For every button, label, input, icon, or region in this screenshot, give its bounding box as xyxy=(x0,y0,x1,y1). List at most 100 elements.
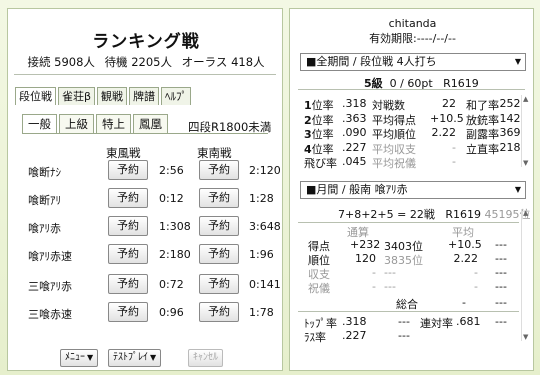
main-tabs: 段位戦 雀荘β 観戦 牌譜 ﾍﾙﾌﾟ xyxy=(15,87,193,105)
page-title: ランキング戦 xyxy=(92,32,200,52)
south-count: 1:28 xyxy=(249,192,274,205)
waiting-count: 待機 2205人 xyxy=(104,55,172,69)
rentai-rate-value: .681 xyxy=(456,315,481,328)
scroll-up-icon[interactable]: ▲ xyxy=(523,95,528,103)
month-avg: - xyxy=(474,280,478,293)
stat-value-3: .252 xyxy=(496,97,521,110)
stat-value-2: 2.22 xyxy=(431,126,457,139)
scroll-down-icon[interactable]: ▼ xyxy=(523,159,528,167)
tab-expert[interactable]: 特上 xyxy=(96,114,131,133)
rule-row: 喰ｱﾘ赤速 予約 2:180 予約 1:96 xyxy=(28,243,278,267)
chevron-down-icon: ▼ xyxy=(150,353,157,362)
stat-value-2: 22 xyxy=(442,97,456,110)
stat-key: 飛び率 xyxy=(304,155,337,171)
app-frame: ランキング戦 接続 5908人 待機 2205人 オーラス 418人 段位戦 雀… xyxy=(0,0,540,375)
rule-row: 喰断ｱﾘ 予約 0:12 予約 1:28 xyxy=(28,187,278,211)
room-tabs: 一般 上級 特上 鳳凰 xyxy=(22,114,170,133)
divider xyxy=(298,89,525,90)
overall-value: - xyxy=(462,296,466,309)
stat-value: .363 xyxy=(342,111,367,125)
stat-value: .227 xyxy=(342,140,367,154)
scroll-down-icon[interactable]: ▼ xyxy=(523,333,528,341)
month-avg: - xyxy=(474,266,478,279)
profile-panel: chitanda 有効期限:----/--/-- ■全期間 / 段位戦 4人打ち… xyxy=(289,8,534,371)
stat-key-text: 1位率 xyxy=(304,99,334,112)
stat-value-3: .142 xyxy=(496,111,521,125)
stat-value: .090 xyxy=(342,126,367,139)
south-count: 3:648 xyxy=(249,220,281,233)
game-count: 7+8+2+5 = 22戦 xyxy=(338,208,435,221)
tab-watch[interactable]: 観戦 xyxy=(97,87,128,105)
divider xyxy=(14,74,276,75)
reserve-south-button[interactable]: 予約 xyxy=(199,302,239,322)
stats-scrollbar[interactable]: ▲ ▼ xyxy=(521,95,531,167)
last-rate-value: .227 xyxy=(342,329,367,342)
reserve-east-button[interactable]: 予約 xyxy=(108,160,148,180)
test-play-dropdown[interactable]: ﾃｽﾄﾌﾟﾚｲ ▼ xyxy=(108,349,162,367)
month-select-value: ■月間 / 般南 喰ｱﾘ赤 xyxy=(306,183,408,196)
stat-value-3: .218 xyxy=(496,140,521,154)
divider xyxy=(298,222,519,223)
tab-replays[interactable]: 牌譜 xyxy=(129,87,160,105)
tab-parlor[interactable]: 雀荘β xyxy=(58,87,96,105)
month-avg-rank: --- xyxy=(495,252,507,265)
month-rating: R1619 xyxy=(445,208,481,221)
month-summary: 7+8+2+5 = 22戦 R1619 45195位 xyxy=(338,206,531,222)
top-rate-value: .318 xyxy=(342,315,367,328)
divider xyxy=(22,133,268,134)
overall-rank: --- xyxy=(495,296,507,309)
stat-key-2: 平均祝儀 xyxy=(372,157,416,170)
month-total: - xyxy=(372,266,376,279)
tab-ranked[interactable]: 段位戦 xyxy=(15,87,56,105)
stat-key-text: 飛び率 xyxy=(304,157,337,170)
month-avg-rank: --- xyxy=(495,266,507,279)
stat-value: .318 xyxy=(342,97,367,110)
period-select-value: ■全期間 / 段位戦 4人打ち xyxy=(306,55,437,68)
stat-key-3: 立直率 xyxy=(466,142,499,156)
east-count: 0:72 xyxy=(159,278,184,291)
month-avg-rank: --- xyxy=(495,238,507,251)
reserve-east-button[interactable]: 予約 xyxy=(108,188,148,208)
east-count: 0:12 xyxy=(159,192,184,205)
menu-dropdown[interactable]: ﾒﾆｭｰ ▼ xyxy=(60,349,99,367)
overall-label: 総合 xyxy=(396,298,418,311)
month-key: 祝儀 xyxy=(308,282,330,295)
reserve-south-button[interactable]: 予約 xyxy=(199,244,239,264)
lobby-stats: 接続 5908人 待機 2205人 オーラス 418人 xyxy=(8,54,284,70)
reserve-east-button[interactable]: 予約 xyxy=(108,216,148,236)
east-count: 2:56 xyxy=(159,164,184,177)
tab-advanced[interactable]: 上級 xyxy=(59,114,94,133)
chevron-down-icon: ▼ xyxy=(514,185,521,194)
reserve-east-button[interactable]: 予約 xyxy=(108,244,148,264)
reserve-south-button[interactable]: 予約 xyxy=(199,160,239,180)
stat-value: .045 xyxy=(342,155,367,168)
month-total-rank: --- xyxy=(384,266,396,279)
month-total: 120 xyxy=(355,252,376,265)
rule-label: 三喰ｱﾘ赤 xyxy=(28,280,72,293)
tab-phoenix[interactable]: 鳳凰 xyxy=(133,114,168,133)
reserve-south-button[interactable]: 予約 xyxy=(199,188,239,208)
period-select[interactable]: ■全期間 / 段位戦 4人打ち ▼ xyxy=(300,53,526,71)
stat-key-text: 3位率 xyxy=(304,128,334,141)
scroll-up-icon[interactable]: ▲ xyxy=(523,209,528,217)
month-total: - xyxy=(372,280,376,293)
reserve-east-button[interactable]: 予約 xyxy=(108,302,148,322)
month-select[interactable]: ■月間 / 般南 喰ｱﾘ赤 ▼ xyxy=(300,181,526,199)
cancel-button[interactable]: ｷｬﾝｾﾙ xyxy=(188,349,223,367)
rule-row: 三喰赤速 予約 0:96 予約 1:78 xyxy=(28,301,278,325)
east-count: 1:308 xyxy=(159,220,191,233)
stat-key-text: 4位率 xyxy=(304,142,334,156)
expiry-date: 有効期限:----/--/-- xyxy=(369,32,456,45)
reserve-east-button[interactable]: 予約 xyxy=(108,274,148,294)
month-avg-rank: --- xyxy=(495,280,507,293)
reserve-south-button[interactable]: 予約 xyxy=(199,216,239,236)
tab-help[interactable]: ﾍﾙﾌﾟ xyxy=(161,87,192,105)
month-scrollbar[interactable]: ▲ ▼ xyxy=(521,209,531,341)
east-count: 0:96 xyxy=(159,306,184,319)
month-avg: +10.5 xyxy=(448,238,482,251)
stat-value-3: .369 xyxy=(496,126,521,139)
tab-general[interactable]: 一般 xyxy=(22,114,57,133)
stat-value-2: - xyxy=(452,155,456,168)
south-count: 1:96 xyxy=(249,248,274,261)
reserve-south-button[interactable]: 予約 xyxy=(199,274,239,294)
